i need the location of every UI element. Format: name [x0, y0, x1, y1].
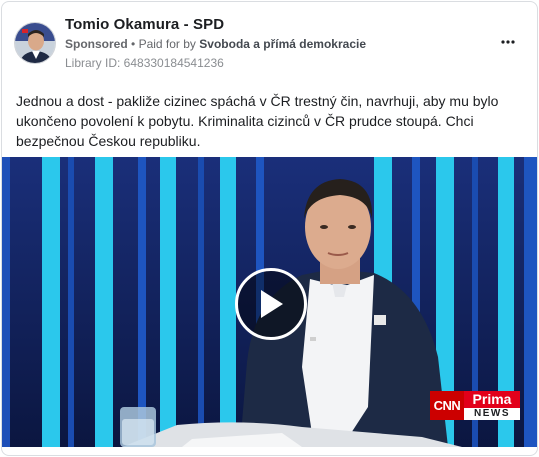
library-id: Library ID: 648330184541236 — [65, 56, 224, 70]
more-horizontal-icon — [501, 40, 515, 44]
prima-logo-text: Prima — [464, 391, 520, 408]
prima-news-logo: Prima NEWS — [464, 391, 520, 420]
play-button[interactable] — [235, 268, 307, 340]
avatar-portrait-icon — [15, 23, 55, 63]
meta-separator: • — [131, 37, 136, 51]
play-icon — [261, 290, 283, 318]
more-options-button[interactable] — [497, 32, 519, 52]
sponsored-label: Sponsored — [65, 37, 128, 51]
page-avatar[interactable] — [14, 22, 56, 64]
payer-name[interactable]: Svoboda a přímá demokracie — [199, 37, 366, 51]
cnn-logo: CNN — [430, 391, 464, 420]
page-name[interactable]: Tomio Okamura - SPD — [65, 16, 224, 33]
paid-for-by-label: Paid for by — [138, 37, 196, 51]
news-logo-text: NEWS — [464, 408, 520, 420]
ad-body-text: Jednou a dost - pakliže cizinec spáchá v… — [16, 93, 499, 149]
sponsored-line: Sponsored • Paid for by Svoboda a přímá … — [65, 37, 366, 51]
video-player[interactable]: CNN Prima NEWS — [2, 157, 537, 447]
ad-card: Tomio Okamura - SPD Sponsored • Paid for… — [1, 1, 538, 456]
